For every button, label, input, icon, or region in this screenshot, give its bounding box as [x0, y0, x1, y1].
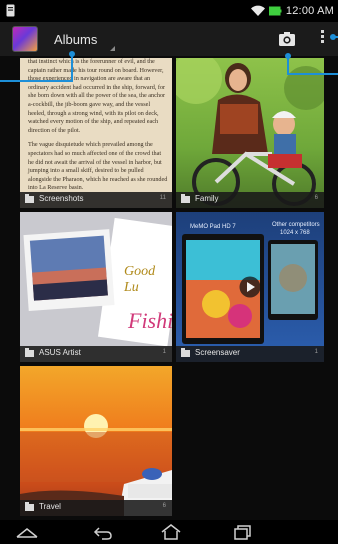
album-name: Family: [195, 194, 219, 203]
callout-line-albums: [71, 53, 73, 81]
home-icon[interactable]: [158, 523, 184, 541]
album-count: 1: [162, 349, 166, 355]
folder-icon: [181, 194, 190, 203]
album-travel[interactable]: Travel 6: [20, 366, 172, 516]
play-icon[interactable]: [239, 276, 261, 298]
folder-icon: [25, 194, 34, 203]
gallery-app-icon[interactable]: [12, 26, 38, 52]
album-count: 11: [159, 195, 166, 201]
album-footer: Screensaver 1: [176, 346, 324, 362]
travel-cover-image: [20, 366, 172, 516]
albums-title: Albums: [54, 32, 98, 47]
battery-icon: [268, 6, 282, 16]
callout-dot-albums: [69, 51, 75, 57]
callout-line-camera-h: [287, 73, 338, 75]
overflow-menu-icon[interactable]: [316, 28, 328, 48]
wifi-icon: [250, 5, 265, 17]
album-name: Screenshots: [39, 194, 84, 203]
back-icon[interactable]: [90, 523, 116, 541]
album-asus-artist[interactable]: Good Lu Fishi ASUS Artist 1: [20, 212, 172, 362]
album-count: 6: [162, 503, 166, 509]
album-footer: Screenshots 11: [20, 192, 172, 208]
clock: 12:00 AM: [285, 5, 334, 17]
album-footer: ASUS Artist 1: [20, 346, 172, 362]
gallery-screen: 12:00 AM Albums that instinct which is t…: [0, 0, 338, 544]
status-bar: 12:00 AM: [0, 0, 338, 22]
card-fishing-text: Fishi: [128, 308, 172, 333]
action-bar: Albums: [0, 22, 338, 56]
screensaver-competitor-label: Other competitors: [272, 222, 320, 228]
recent-apps-icon[interactable]: [14, 523, 40, 541]
album-family[interactable]: Family 6: [176, 58, 324, 208]
album-name: ASUS Artist: [39, 348, 81, 357]
album-name: Travel: [39, 502, 61, 511]
folder-icon: [25, 502, 34, 511]
screensaver-resolution-label: 1024 x 768: [280, 230, 310, 236]
notification-icon: [6, 4, 15, 17]
albums-view-spinner[interactable]: Albums: [48, 24, 118, 54]
family-cover-image: [176, 58, 324, 208]
folder-icon: [25, 348, 34, 357]
screensaver-device-label: MeMO Pad HD 7: [190, 224, 236, 230]
recents-icon[interactable]: [230, 523, 256, 541]
navigation-bar: [0, 520, 338, 544]
folder-icon: [181, 348, 190, 357]
album-name: Screensaver: [195, 348, 240, 357]
album-screensaver[interactable]: MeMO Pad HD 7 Other competitors 1024 x 7…: [176, 212, 324, 362]
album-footer: Family 6: [176, 192, 324, 208]
album-count: 6: [314, 195, 318, 201]
spinner-caret-icon: [110, 46, 115, 51]
camera-icon[interactable]: [278, 30, 296, 48]
callout-dot-camera: [285, 53, 291, 59]
card-good-luck-text: Good Lu: [124, 264, 156, 295]
callout-dot-menu: [330, 34, 336, 40]
album-footer: Travel 6: [20, 500, 172, 516]
callout-line-albums-h: [0, 80, 73, 82]
album-count: 1: [314, 349, 318, 355]
